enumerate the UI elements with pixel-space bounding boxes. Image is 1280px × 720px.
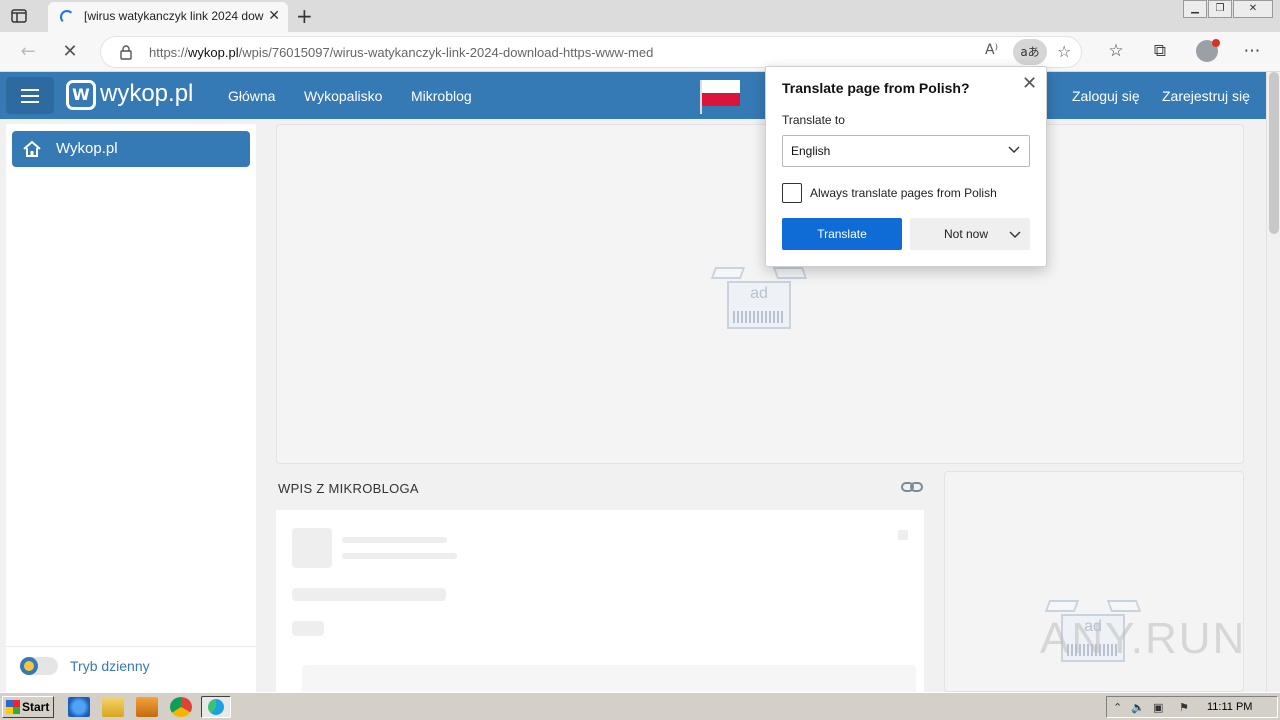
not-now-label: Not now [944, 227, 989, 241]
chrome-icon[interactable] [170, 697, 192, 717]
always-translate-label[interactable]: Always translate pages from Polish [810, 186, 997, 200]
menu-button[interactable] [6, 77, 54, 114]
text-skeleton [342, 553, 457, 559]
flag-icon[interactable]: ⚑ [1179, 701, 1189, 714]
more-menu-icon[interactable]: ⋯ [1240, 41, 1264, 61]
start-button[interactable]: Start [2, 696, 54, 718]
translate-to-label: Translate to [782, 113, 845, 127]
link-icon[interactable] [901, 480, 923, 494]
edge-taskbar-button[interactable] [201, 696, 231, 718]
always-translate-checkbox[interactable] [782, 183, 802, 203]
text-skeleton [342, 537, 447, 543]
browser-toolbar: ← ✕ https://wykop.pl/wpis/76015097/wirus… [0, 32, 1280, 72]
comment-skeleton [302, 665, 916, 695]
loading-spinner-icon [60, 10, 74, 24]
sidebar-item-label: Wykop.pl [56, 140, 118, 157]
menu-skeleton [898, 530, 908, 540]
text-skeleton [292, 588, 446, 601]
folder-icon[interactable] [102, 697, 124, 717]
sun-icon [20, 657, 38, 675]
add-favorite-icon[interactable]: ☆ [1057, 42, 1071, 61]
favorites-icon[interactable]: ☆ [1104, 41, 1128, 61]
nav-link-wykopalisko[interactable]: Wykopalisko [304, 88, 382, 104]
section-title: WPIS Z MIKROBLOGA [278, 481, 419, 496]
left-sidebar: Wykop.pl Tryb dzienny [6, 124, 256, 692]
browser-tab-strip: [wirus watykanczyk link 2024 dow ✕ + ▁ ❐… [0, 0, 1280, 32]
theme-toggle[interactable] [20, 657, 58, 675]
stop-loading-button[interactable]: ✕ [58, 40, 82, 64]
ie-icon[interactable] [68, 697, 90, 717]
nav-link-mikroblog[interactable]: Mikroblog [411, 88, 472, 104]
register-link[interactable]: Zarejestruj się [1162, 88, 1250, 104]
edge-icon [208, 699, 224, 715]
nav-link-glowna[interactable]: Główna [228, 88, 275, 104]
tab-actions-icon[interactable] [10, 7, 28, 25]
watermark: ANY.RUN [1040, 614, 1247, 663]
chevron-down-icon[interactable] [1008, 227, 1022, 241]
network-icon[interactable]: ▣ [1153, 701, 1163, 714]
not-now-button[interactable]: Not now [910, 218, 1030, 250]
system-tray: ⌃ 🔈 ▣ ⚑ 11:11 PM [1106, 696, 1278, 718]
scrollbar-thumb[interactable] [1269, 72, 1279, 234]
lock-icon[interactable] [119, 44, 133, 60]
profile-avatar[interactable] [1196, 39, 1220, 62]
avatar-skeleton [292, 528, 332, 568]
hamburger-line [21, 89, 39, 91]
browser-tab[interactable]: [wirus watykanczyk link 2024 dow ✕ [48, 2, 288, 32]
poland-flag-icon [700, 80, 740, 114]
clock[interactable]: 11:11 PM [1207, 701, 1252, 713]
tab-close-icon[interactable]: ✕ [268, 8, 280, 24]
chevron-down-icon [1008, 146, 1020, 153]
close-icon[interactable]: ✕ [1022, 73, 1037, 94]
volume-icon[interactable]: 🔈 [1131, 701, 1145, 714]
microblog-entry-skeleton [276, 510, 924, 695]
translate-popup-title: Translate page from Polish? [782, 80, 970, 96]
collections-icon[interactable]: ⧉ [1148, 41, 1172, 61]
hamburger-line [21, 95, 39, 97]
divider [6, 646, 256, 647]
window-close-button[interactable]: ✕ [1233, 0, 1273, 18]
login-link[interactable]: Zaloguj się [1072, 88, 1140, 104]
selected-language: English [791, 144, 831, 158]
windows-logo-icon [6, 700, 20, 714]
translate-button[interactable]: Translate [782, 218, 902, 250]
text-skeleton [292, 621, 324, 636]
restore-button[interactable]: ❐ [1208, 0, 1232, 18]
url-text[interactable]: https://wykop.pl/wpis/76015097/wirus-wat… [149, 45, 653, 60]
new-tab-button[interactable]: + [296, 4, 313, 28]
page-scrollbar[interactable] [1266, 72, 1280, 692]
address-bar[interactable]: https://wykop.pl/wpis/76015097/wirus-wat… [100, 36, 1082, 68]
logo-text: wykop.pl [100, 80, 194, 107]
read-aloud-icon[interactable]: A⁾ [985, 42, 998, 58]
logo-mark: W [66, 80, 96, 110]
windows-taskbar: Start ⌃ 🔈 ▣ ⚑ 11:11 PM [0, 692, 1280, 720]
home-icon [23, 140, 41, 157]
translate-icon[interactable]: aあ [1013, 39, 1047, 65]
site-header: W wykop.pl Główna Wykopalisko Mikroblog … [0, 72, 1266, 119]
theme-toggle-label[interactable]: Tryb dzienny [70, 658, 150, 674]
tab-title: [wirus watykanczyk link 2024 dow [84, 9, 264, 23]
language-select[interactable]: English [782, 135, 1030, 167]
hamburger-line [21, 101, 39, 103]
media-player-icon[interactable] [136, 697, 158, 717]
translate-popup: Translate page from Polish? ✕ Translate … [765, 66, 1047, 267]
ad-placeholder-icon: ad [710, 263, 811, 333]
minimize-button[interactable]: ▁ [1183, 0, 1207, 18]
ad-banner[interactable]: ad [276, 124, 1244, 464]
tray-expand-icon[interactable]: ⌃ [1113, 701, 1122, 714]
back-button[interactable]: ← [16, 40, 40, 64]
sidebar-item-home[interactable]: Wykop.pl [12, 131, 250, 167]
